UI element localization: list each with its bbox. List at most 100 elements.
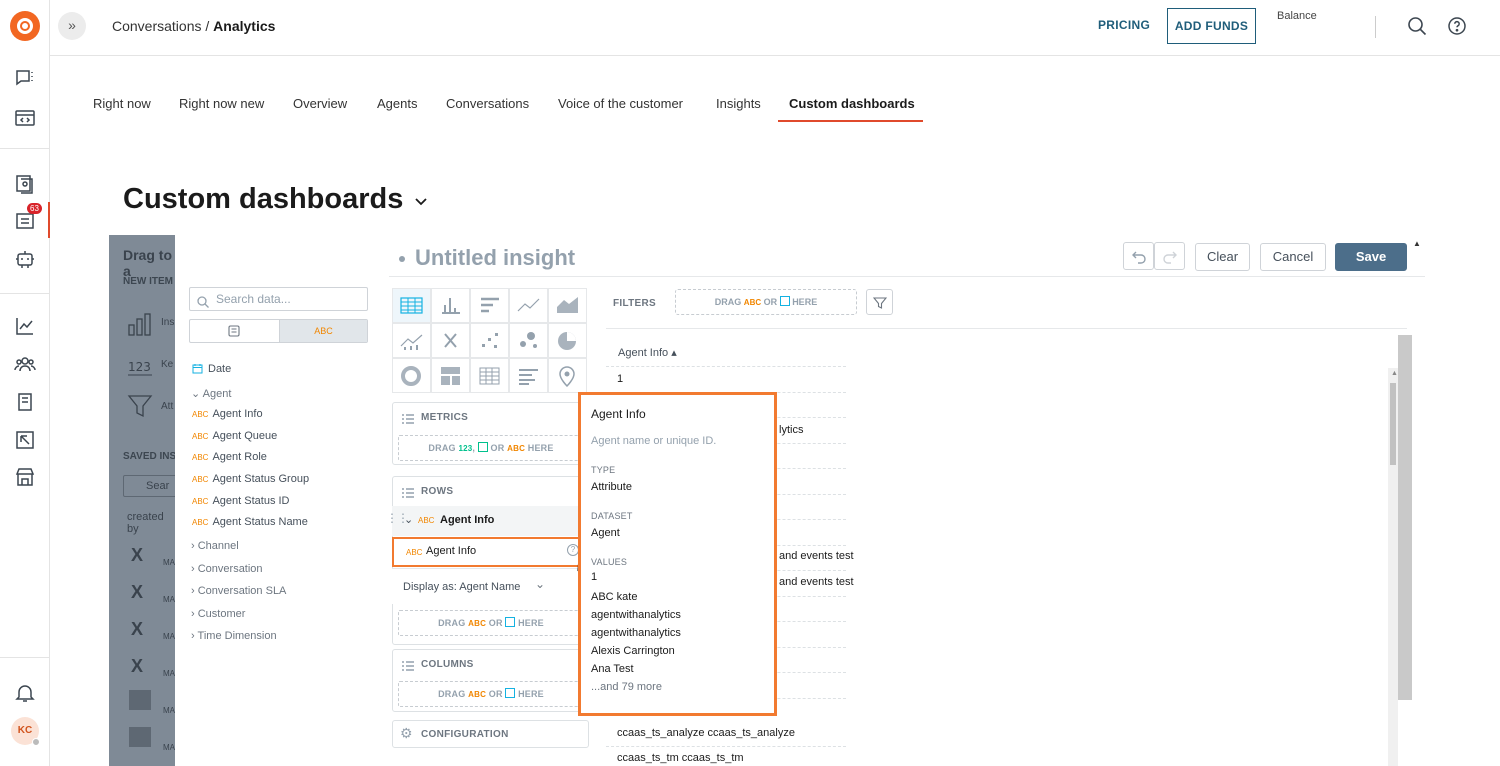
tab-conversations[interactable]: Conversations	[446, 96, 529, 111]
code-window-icon[interactable]	[13, 106, 37, 130]
catalog-group-conversation[interactable]: › Conversation	[191, 563, 263, 575]
filter-funnel-button[interactable]	[866, 289, 893, 315]
tab-right-now[interactable]: Right now	[93, 96, 151, 111]
catalog-item-label: Agent Status Group	[212, 473, 310, 485]
date-icon	[505, 688, 516, 698]
catalog-group-channel[interactable]: › Channel	[191, 540, 239, 552]
treemap-viz-icon[interactable]	[431, 358, 470, 393]
analytics-chart-icon[interactable]	[13, 314, 37, 338]
display-as-dropdown[interactable]: Display as: Agent Name ⌄	[392, 568, 589, 604]
tab-overview[interactable]: Overview	[293, 96, 347, 111]
search-icon[interactable]	[1407, 16, 1427, 36]
drop-here-text: HERE	[792, 297, 818, 307]
chevron-down-icon[interactable]	[413, 193, 429, 209]
new-item-label: NEW ITEM	[123, 276, 173, 287]
catalog-group-agent[interactable]: ⌄ Agent	[191, 387, 231, 400]
brand-logo[interactable]	[10, 11, 40, 41]
catalog-group-conversation-sla[interactable]: › Conversation SLA	[191, 585, 286, 597]
page-title[interactable]: Custom dashboards	[123, 183, 403, 216]
dashboard-sidebar-overlay: Drag to a NEW ITEM Ins 123 Ke Att SAVED …	[109, 235, 183, 766]
toggle-attributes-button[interactable]: ABC	[279, 320, 367, 342]
rows-attribute-item[interactable]: ABC Agent Info ?	[392, 537, 587, 567]
pie-viz-icon[interactable]	[548, 323, 587, 358]
date-icon	[505, 617, 516, 627]
rows-drop-zone[interactable]: DRAG ABC OR HERE	[398, 610, 584, 636]
combo-viz-icon[interactable]	[392, 323, 431, 358]
row-divider	[606, 746, 846, 747]
rows-attribute-header[interactable]: ⋮⋮ ⌄ ABC Agent Info	[386, 506, 589, 536]
filter-separator	[606, 328, 1407, 329]
knowledge-icon[interactable]	[13, 172, 37, 196]
column-viz-icon[interactable]	[431, 288, 470, 323]
catalog-search-input[interactable]: Search data...	[189, 287, 368, 311]
catalog-group-customer[interactable]: › Customer	[191, 608, 245, 620]
scroll-up-arrow[interactable]: ▲	[1413, 239, 1421, 248]
configuration-title: CONFIGURATION	[421, 729, 509, 740]
tab-right-now-new[interactable]: Right now new	[179, 96, 264, 111]
table-scrollbar-thumb[interactable]	[1390, 383, 1396, 465]
tab-insights[interactable]: Insights	[716, 96, 761, 111]
catalog-group-time-dimension[interactable]: › Time Dimension	[191, 630, 277, 642]
catalog-item-agent-queue[interactable]: ABC Agent Queue	[192, 430, 277, 442]
catalog-item-agent-role[interactable]: ABC Agent Role	[192, 451, 267, 463]
outer-scrollbar[interactable]	[1398, 335, 1412, 700]
gear-icon: ⚙	[400, 725, 413, 741]
headline-viz-icon[interactable]	[431, 323, 470, 358]
cancel-button[interactable]: Cancel	[1260, 243, 1326, 271]
columns-drop-zone[interactable]: DRAG ABC OR HERE	[398, 681, 584, 707]
breadcrumb-parent[interactable]: Conversations	[112, 18, 202, 34]
scroll-up-arrow[interactable]: ▲	[1391, 370, 1398, 377]
scatter-viz-icon[interactable]	[470, 323, 509, 358]
configuration-section[interactable]: ⚙ CONFIGURATION	[392, 720, 589, 748]
saved-search-text: Sear	[146, 480, 170, 492]
book-icon[interactable]	[13, 390, 37, 414]
catalog-item-agent-status-name[interactable]: ABC Agent Status Name	[192, 516, 308, 528]
bot-icon[interactable]	[13, 247, 37, 271]
funnel-icon	[127, 393, 153, 419]
fact-icon	[477, 442, 488, 452]
bubble-viz-icon[interactable]	[509, 323, 548, 358]
table-column-header[interactable]: Agent Info ▴	[618, 346, 677, 359]
heatmap-viz-icon[interactable]	[470, 358, 509, 393]
clear-button[interactable]: Clear	[1195, 243, 1250, 271]
toggle-all-button[interactable]	[190, 320, 279, 342]
filters-drop-zone[interactable]: DRAG ABC OR HERE	[675, 289, 857, 315]
report-arrow-icon[interactable]	[13, 428, 37, 452]
area-viz-icon[interactable]	[548, 288, 587, 323]
redo-button[interactable]	[1154, 242, 1185, 270]
help-icon[interactable]	[1447, 16, 1467, 36]
geo-pushpin-viz-icon[interactable]	[548, 358, 587, 393]
tab-voice-of-the-customer[interactable]: Voice of the customer	[558, 96, 683, 111]
collapse-chevron-icon[interactable]: ⌄	[404, 513, 413, 526]
pricing-link[interactable]: PRICING	[1098, 18, 1150, 32]
donut-viz-icon[interactable]	[392, 358, 431, 393]
catalog-item-agent-status-group[interactable]: ABC Agent Status Group	[192, 473, 309, 485]
catalog-item-agent-info[interactable]: ABC Agent Info	[192, 408, 263, 420]
expand-sidebar-button[interactable]: »	[58, 12, 86, 40]
tab-agents[interactable]: Agents	[377, 96, 417, 111]
drop-drag-text: DRAG	[438, 689, 466, 699]
abc-icon: ABC	[468, 619, 487, 628]
save-button[interactable]: Save	[1335, 243, 1407, 271]
add-funds-button[interactable]: ADD FUNDS	[1167, 8, 1256, 44]
insight-title[interactable]: Untitled insight	[415, 245, 575, 271]
catalog-item-agent-status-id[interactable]: ABC Agent Status ID	[192, 495, 290, 507]
abc-icon: ABC	[192, 453, 209, 462]
catalog-date-item[interactable]: Date	[192, 363, 231, 375]
bar-viz-icon[interactable]	[470, 288, 509, 323]
bullet-viz-icon[interactable]	[509, 358, 548, 393]
breadcrumb: Conversations / Analytics	[112, 18, 275, 34]
undo-button[interactable]	[1123, 242, 1154, 270]
store-icon[interactable]	[13, 465, 37, 489]
table-viz-icon[interactable]	[392, 288, 431, 323]
tooltip-type-label: TYPE	[591, 465, 616, 475]
tab-custom-dashboards[interactable]: Custom dashboards	[789, 96, 915, 111]
conversations-icon[interactable]	[13, 66, 37, 90]
bell-icon[interactable]	[13, 681, 37, 705]
users-icon[interactable]	[13, 352, 37, 376]
metrics-drop-zone[interactable]: DRAG 123, OR ABC HERE	[398, 435, 584, 461]
data-catalog: Search data... ABC Date ⌄ Agent ABC Agent…	[175, 235, 380, 766]
drop-here-text: HERE	[518, 618, 544, 628]
search-placeholder: Search data...	[216, 292, 291, 306]
line-viz-icon[interactable]	[509, 288, 548, 323]
